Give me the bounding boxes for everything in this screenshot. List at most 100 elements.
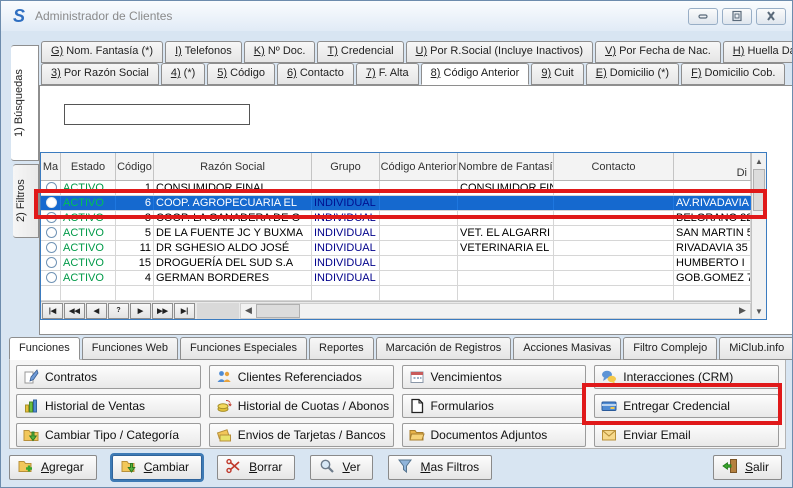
search-tab-label: 3) Por Razón Social — [51, 67, 149, 79]
table-row[interactable]: ACTIVO1CONSUMIDOR FINALCONSUMIDOR FIN — [41, 181, 751, 196]
row-radio[interactable] — [46, 197, 57, 208]
cell-empty — [380, 286, 458, 300]
vencimientos-button[interactable]: Vencimientos — [402, 365, 587, 389]
search-input[interactable] — [64, 104, 250, 125]
search-tab-label: I) Telefonos — [175, 45, 232, 57]
search-tab-label: 4) (*) — [171, 67, 195, 79]
function-tab[interactable]: Reportes — [309, 337, 374, 360]
table-row[interactable]: ACTIVO3COOP. LA GANADERA DE GINDIVIDUALB… — [41, 211, 751, 226]
row-radio[interactable] — [46, 212, 57, 223]
horizontal-scroll-thumb[interactable] — [256, 304, 300, 318]
exit-icon — [722, 458, 738, 477]
search-tab[interactable]: U) Por R.Social (Incluye Inactivos) — [406, 41, 594, 63]
title-bar: S Administrador de Clientes — [1, 1, 792, 31]
search-tab[interactable]: 7) F. Alta — [356, 63, 419, 85]
scroll-right-icon[interactable]: ▶ — [735, 304, 750, 318]
table-row[interactable]: ACTIVO6COOP. AGROPECUARIA ELINDIVIDUALAV… — [41, 196, 751, 211]
function-tab[interactable]: Funciones — [9, 337, 80, 360]
scroll-up-icon[interactable]: ▲ — [752, 153, 766, 169]
search-area: G) Nom. Fantasía (*) I) Telefonos K) Nº Do… — [39, 41, 793, 335]
search-tab-label: H) Huella Dactilar — [733, 45, 793, 57]
search-tab[interactable]: 8) Código Anterior — [421, 63, 530, 85]
table-row[interactable]: ACTIVO15DROGUERÍA DEL SUD S.AINDIVIDUALH… — [41, 256, 751, 271]
row-radio[interactable] — [46, 272, 57, 283]
function-tab[interactable]: Funciones Web — [82, 337, 178, 360]
mas-filtros-button[interactable]: Mas Filtros — [388, 455, 492, 480]
cambiar-button[interactable]: Cambiar — [112, 455, 202, 480]
vertical-scrollbar[interactable]: ▲ ▼ — [751, 153, 766, 319]
side-tab-1[interactable]: 1) Búsquedas — [11, 45, 39, 161]
pager-button[interactable]: ▶▶ — [152, 303, 173, 319]
table-row[interactable]: ACTIVO11DR SGHESIO ALDO JOSÉINDIVIDUALVE… — [41, 241, 751, 256]
agregar-button[interactable]: Agregar — [9, 455, 97, 480]
vertical-scroll-track[interactable] — [752, 211, 766, 303]
search-tab[interactable]: 4) (*) — [161, 63, 205, 85]
search-tab[interactable]: 9) Cuit — [531, 63, 583, 85]
pager-button[interactable]: |◀ — [42, 303, 63, 319]
search-tab[interactable]: E) Domicilio (*) — [586, 63, 679, 85]
search-tab[interactable]: K) Nº Doc. — [244, 41, 316, 63]
search-tab[interactable]: 5) Código — [207, 63, 275, 85]
vertical-scroll-thumb[interactable] — [753, 169, 765, 211]
clientes-referenciados-button[interactable]: Clientes Referenciados — [209, 365, 394, 389]
search-tab[interactable]: V) Por Fecha de Nac. — [595, 41, 721, 63]
function-tab[interactable]: Marcación de Registros — [376, 337, 512, 360]
credential-icon — [601, 398, 617, 414]
formularios-button[interactable]: Formularios — [402, 394, 587, 418]
ver-button[interactable]: Ver — [310, 455, 373, 480]
table-row[interactable]: ACTIVO4GERMAN BORDERESINDIVIDUALGOB.GOME… — [41, 271, 751, 286]
historial-de-ventas-button[interactable]: Historial de Ventas — [16, 394, 201, 418]
pager-button[interactable]: ◀◀ — [64, 303, 85, 319]
side-tab-2[interactable]: 2) Filtros — [13, 164, 39, 238]
scroll-left-icon[interactable]: ◀ — [241, 304, 256, 318]
table-row[interactable]: ACTIVO5DE LA FUENTE JC Y BUXMAINDIVIDUAL… — [41, 226, 751, 241]
entregar-credencial-button[interactable]: Entregar Credencial — [594, 394, 779, 418]
search-tab[interactable]: T) Credencial — [317, 41, 403, 63]
function-tab[interactable]: MiClub.info — [719, 337, 793, 360]
function-tab[interactable]: Filtro Complejo — [623, 337, 717, 360]
pager-button[interactable]: ◀ — [86, 303, 107, 319]
scroll-down-icon[interactable]: ▼ — [752, 303, 766, 319]
maximize-button[interactable] — [722, 8, 752, 25]
search-region: 1) Búsquedas 2) Filtros G) Nom. Fantasía … — [11, 41, 775, 335]
row-radio[interactable] — [46, 227, 57, 238]
row-marker-cell — [41, 226, 61, 240]
cell-codigo: 5 — [116, 226, 154, 240]
historial-de-cuotas-abonos-button[interactable]: Historial de Cuotas / Abonos — [209, 394, 394, 418]
pager-button[interactable]: ? — [108, 303, 129, 319]
contratos-button[interactable]: Contratos — [16, 365, 201, 389]
row-radio[interactable] — [46, 242, 57, 253]
cambiar-tipo-categor-a-button[interactable]: Cambiar Tipo / Categoría — [16, 423, 201, 447]
interacciones-crm-button[interactable]: Interacciones (CRM) — [594, 365, 779, 389]
button-label: Borrar — [249, 460, 282, 474]
search-tab[interactable]: F) Domicilio Cob. — [681, 63, 785, 85]
row-radio[interactable] — [46, 182, 57, 193]
cell-fantasia: CONSUMIDOR FIN — [458, 181, 554, 195]
funnel-icon — [397, 458, 413, 477]
function-tab[interactable]: Acciones Masivas — [513, 337, 621, 360]
borrar-button[interactable]: Borrar — [217, 455, 295, 480]
pager-button[interactable]: ▶| — [174, 303, 195, 319]
row-radio[interactable] — [46, 257, 57, 268]
enviar-email-button[interactable]: Enviar Email — [594, 423, 779, 447]
search-tab[interactable]: 3) Por Razón Social — [41, 63, 159, 85]
horizontal-scrollbar[interactable]: ◀ ▶ — [240, 303, 751, 319]
envios-de-tarjetas-bancos-button[interactable]: Envios de Tarjetas / Bancos — [209, 423, 394, 447]
cell-estado: ACTIVO — [61, 256, 116, 270]
search-tab-label: F) Domicilio Cob. — [691, 67, 775, 79]
search-tab[interactable]: H) Huella Dactilar — [723, 41, 793, 63]
close-icon — [764, 10, 778, 22]
cell-codigo: 15 — [116, 256, 154, 270]
search-tab[interactable]: 6) Contacto — [277, 63, 354, 85]
search-tab[interactable]: G) Nom. Fantasía (*) — [41, 41, 163, 63]
salir-button[interactable]: Salir — [713, 455, 782, 480]
search-tab[interactable]: I) Telefonos — [165, 41, 242, 63]
minimize-button[interactable] — [688, 8, 718, 25]
function-tab[interactable]: Funciones Especiales — [180, 337, 307, 360]
cell-contacto — [554, 196, 674, 210]
cell-codigo: 1 — [116, 181, 154, 195]
close-button[interactable] — [756, 8, 786, 25]
pager-button[interactable]: ▶ — [130, 303, 151, 319]
documentos-adjuntos-button[interactable]: Documentos Adjuntos — [402, 423, 587, 447]
pager-nav: |◀◀◀◀?▶▶▶▶| — [41, 303, 195, 319]
